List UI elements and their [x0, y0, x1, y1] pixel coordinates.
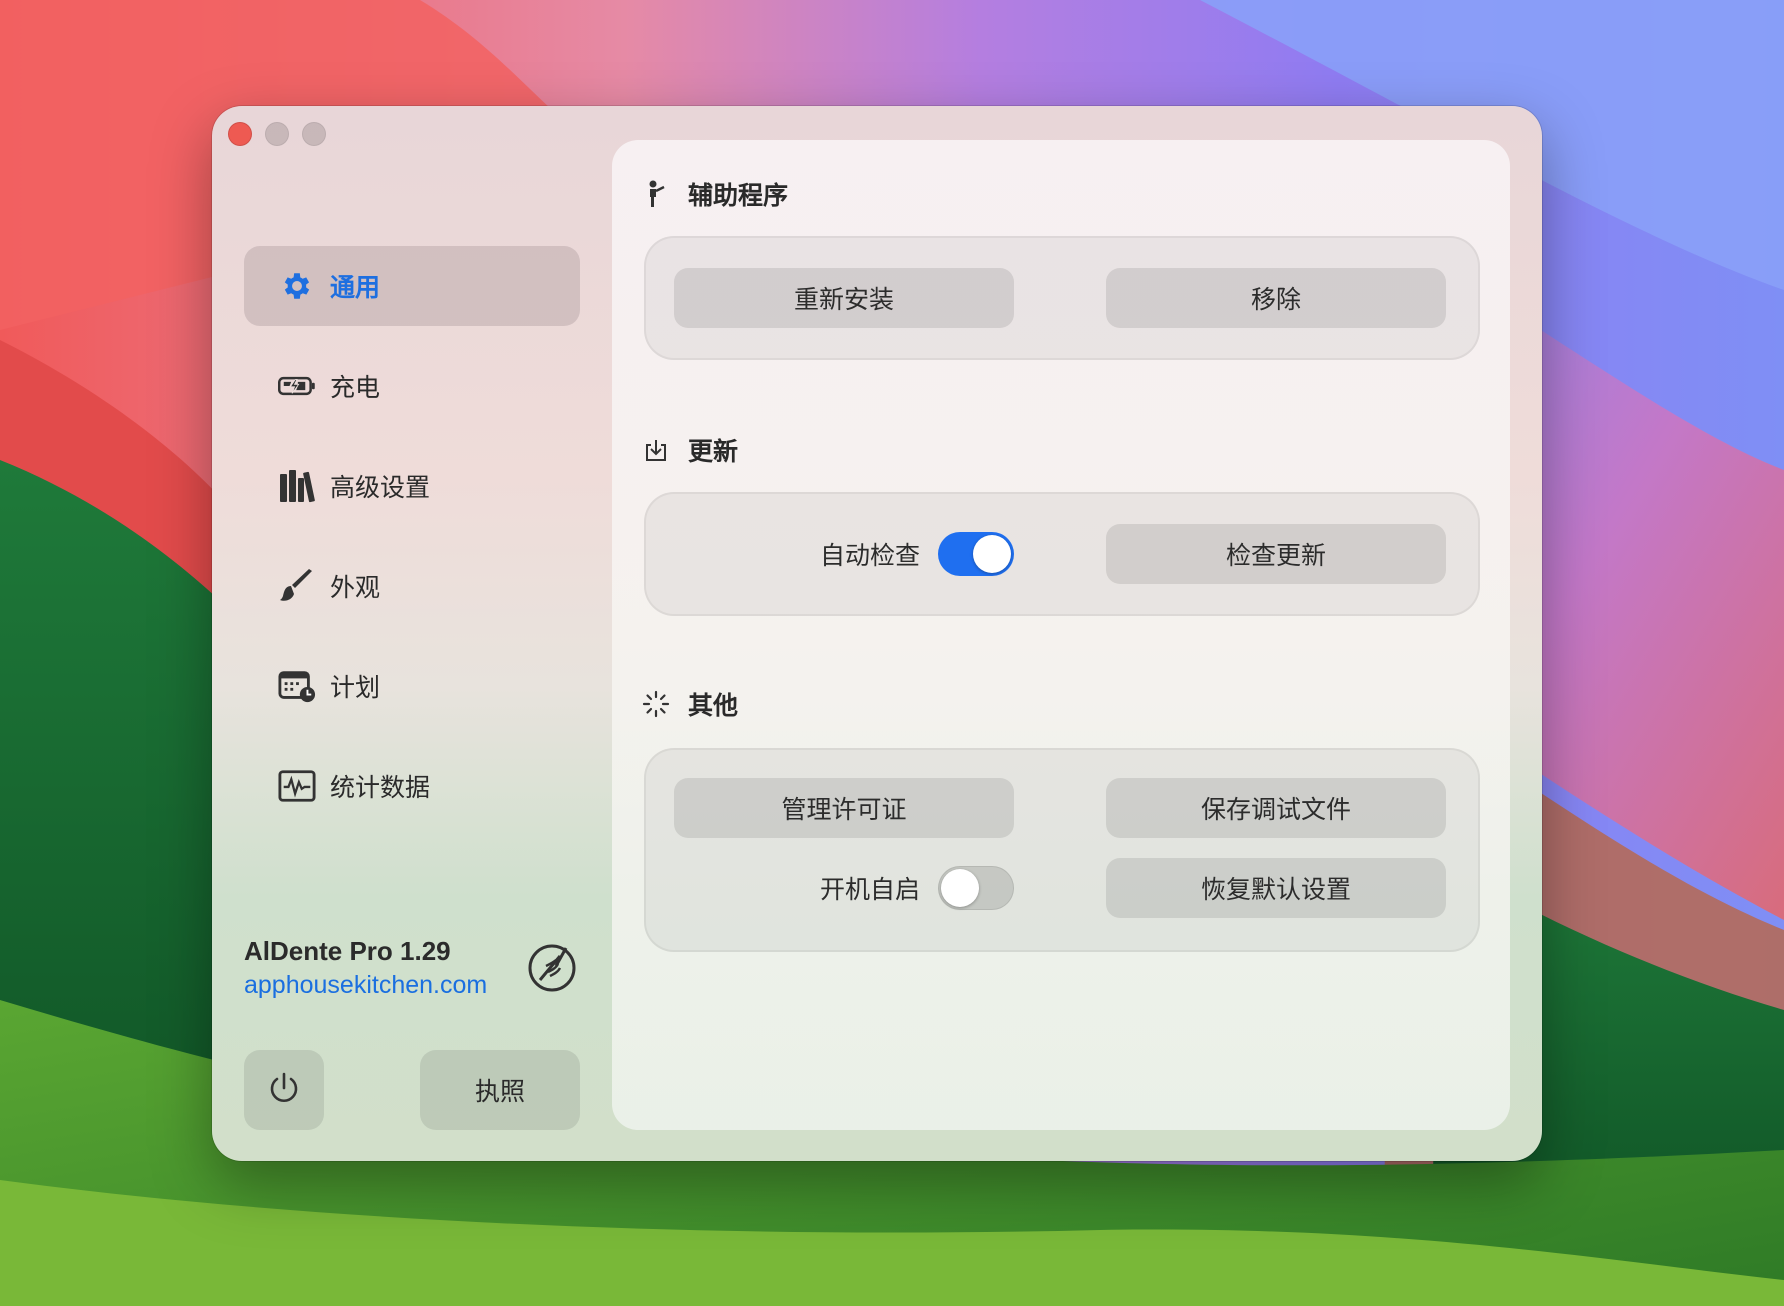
app-window: 通用 充电 高级设置 外观 计划 统计数据 AlDente Pro 1.29 a… — [212, 106, 1542, 1161]
sidebar-item-appearance[interactable]: 外观 — [244, 546, 580, 626]
app-name: AlDente Pro 1.29 — [244, 936, 451, 966]
sidebar: 通用 充电 高级设置 外观 计划 统计数据 AlDente Pro 1.29 a… — [212, 106, 580, 1161]
launch-at-login-row: 开机自启 — [820, 866, 1015, 910]
sidebar-item-schedule[interactable]: 计划 — [244, 646, 580, 726]
sidebar-item-label: 统计数据 — [330, 773, 431, 802]
reinstall-button[interactable]: 重新安装 — [674, 268, 1014, 328]
calendar-clock-icon — [278, 667, 316, 705]
helper-figure-icon — [642, 180, 670, 208]
spinner-icon — [642, 690, 670, 718]
sidebar-item-label: 通用 — [330, 273, 381, 302]
launch-at-login-toggle[interactable] — [938, 866, 1015, 910]
check-update-button[interactable]: 检查更新 — [1106, 524, 1446, 584]
sidebar-item-label: 计划 — [330, 673, 381, 702]
waveform-chart-icon — [278, 767, 316, 805]
sidebar-item-label: 充电 — [330, 373, 381, 402]
sidebar-item-statistics[interactable]: 统计数据 — [244, 746, 580, 826]
sidebar-item-label: 高级设置 — [330, 473, 431, 502]
section-title-text: 辅助程序 — [688, 181, 789, 210]
section-title-text: 其他 — [688, 691, 739, 720]
restore-defaults-button[interactable]: 恢复默认设置 — [1106, 858, 1446, 918]
download-tray-icon — [642, 436, 670, 464]
helper-card: 重新安装 移除 — [644, 236, 1480, 360]
manage-license-button[interactable]: 管理许可证 — [674, 778, 1014, 838]
auto-check-toggle[interactable] — [938, 532, 1015, 576]
remove-button[interactable]: 移除 — [1106, 268, 1446, 328]
battery-charging-icon — [278, 367, 316, 405]
sidebar-item-advanced[interactable]: 高级设置 — [244, 446, 580, 526]
auto-check-row: 自动检查 — [820, 532, 1015, 576]
auto-check-label: 自动检查 — [820, 541, 921, 570]
gear-icon — [278, 267, 316, 305]
save-debug-file-button[interactable]: 保存调试文件 — [1106, 778, 1446, 838]
license-button[interactable]: 执照 — [420, 1050, 580, 1130]
helper-section-title: 辅助程序 — [642, 176, 788, 212]
sidebar-item-label: 外观 — [330, 573, 381, 602]
books-icon — [278, 467, 316, 505]
other-section-title: 其他 — [642, 686, 738, 722]
update-card: 自动检查 检查更新 — [644, 492, 1480, 616]
sidebar-item-general[interactable]: 通用 — [244, 246, 580, 326]
power-icon — [266, 1070, 302, 1110]
section-title-text: 更新 — [688, 437, 739, 466]
quit-power-button[interactable] — [244, 1050, 324, 1130]
launch-at-login-label: 开机自启 — [820, 875, 921, 904]
aldente-logo-icon[interactable] — [526, 942, 578, 998]
paintbrush-icon — [278, 567, 316, 605]
website-link[interactable]: apphousekitchen.com — [244, 971, 487, 1000]
other-card: 管理许可证 保存调试文件 开机自启 恢复默认设置 — [644, 748, 1480, 952]
sidebar-item-charging[interactable]: 充电 — [244, 346, 580, 426]
update-section-title: 更新 — [642, 432, 738, 468]
main-panel: 辅助程序 重新安装 移除 更新 自动检查 检查更新 其他 管理许可证 保存调试文… — [612, 140, 1510, 1130]
app-info: AlDente Pro 1.29 apphousekitchen.com — [244, 936, 487, 1000]
